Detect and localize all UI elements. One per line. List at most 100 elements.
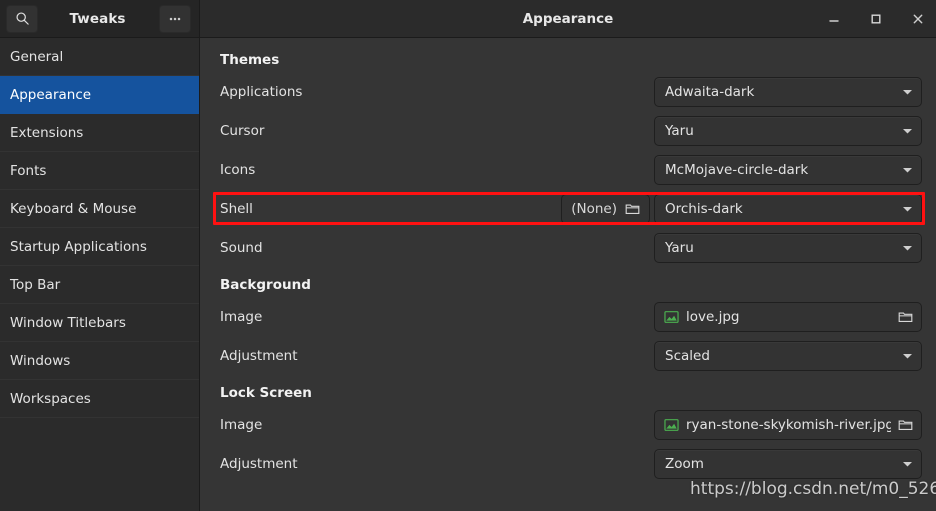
row-label: Image [220, 308, 263, 325]
icons-theme-combo[interactable]: McMojave-circle-dark [654, 154, 922, 185]
row-shell-theme: Shell (None) Orchis-dark [218, 189, 922, 228]
section-title-lock-screen: Lock Screen [220, 385, 312, 401]
sidebar-item-label: Appearance [10, 86, 92, 103]
sidebar-item-label: Workspaces [10, 390, 91, 407]
section-title-background: Background [220, 277, 311, 293]
close-icon [911, 12, 925, 26]
chevron-down-icon [902, 88, 913, 96]
lockscreen-image-value: ryan-stone-skykomish-river.jpg [686, 416, 891, 433]
primary-menu-button[interactable] [159, 4, 191, 33]
titlebar: Tweaks Appearance [0, 0, 936, 38]
close-button[interactable] [906, 7, 930, 31]
sidebar-item-label: Startup Applications [10, 238, 147, 255]
titlebar-left: Tweaks [0, 0, 200, 37]
combo-value: Yaru [665, 122, 694, 139]
chevron-down-icon [902, 460, 913, 468]
row-applications-theme: Applications Adwaita-dark [218, 72, 922, 111]
sidebar-item-startup-applications[interactable]: Startup Applications [0, 228, 199, 266]
shell-theme-combo[interactable]: Orchis-dark [654, 193, 922, 224]
sidebar-item-extensions[interactable]: Extensions [0, 114, 199, 152]
sidebar-item-label: Keyboard & Mouse [10, 200, 137, 217]
chevron-down-icon [902, 352, 913, 360]
lockscreen-adjustment-combo[interactable]: Zoom [654, 448, 922, 479]
row-control: ryan-stone-skykomish-river.jpg [654, 409, 922, 440]
minimize-button[interactable] [822, 7, 846, 31]
row-background-image: Image love.jpg [218, 297, 922, 336]
hamburger-menu-icon [167, 12, 183, 26]
titlebar-right: Appearance [200, 0, 936, 37]
row-icons-theme: Icons McMojave-circle-dark [218, 150, 922, 189]
window-body: General Appearance Extensions Fonts Keyb… [0, 38, 936, 511]
sidebar-item-label: Window Titlebars [10, 314, 126, 331]
chevron-down-icon [902, 205, 913, 213]
combo-value: Adwaita-dark [665, 83, 755, 100]
row-control: Yaru [654, 232, 922, 263]
tweaks-window: Tweaks Appearance General Appearance Ext… [0, 0, 936, 511]
row-control: love.jpg [654, 301, 922, 332]
background-adjustment-combo[interactable]: Scaled [654, 340, 922, 371]
sidebar-item-workspaces[interactable]: Workspaces [0, 380, 199, 418]
sidebar-item-appearance[interactable]: Appearance [0, 76, 199, 114]
minimize-icon [827, 12, 841, 26]
section-title-themes: Themes [220, 52, 280, 68]
sidebar-item-top-bar[interactable]: Top Bar [0, 266, 199, 304]
row-label: Adjustment [220, 455, 298, 472]
combo-value: Zoom [665, 455, 704, 472]
chevron-down-icon [902, 166, 913, 174]
app-title: Tweaks [69, 10, 126, 27]
combo-value: McMojave-circle-dark [665, 161, 809, 178]
image-file-icon [664, 418, 679, 432]
folder-icon [898, 310, 913, 323]
chevron-down-icon [902, 244, 913, 252]
folder-icon [898, 418, 913, 431]
shell-theme-file-button[interactable]: (None) [561, 193, 650, 224]
background-image-value: love.jpg [686, 308, 740, 325]
window-controls [822, 0, 930, 37]
appearance-panel: Themes Applications Adwaita-dark Cursor [200, 38, 936, 511]
sidebar-item-keyboard-mouse[interactable]: Keyboard & Mouse [0, 190, 199, 228]
sidebar-item-windows[interactable]: Windows [0, 342, 199, 380]
applications-theme-combo[interactable]: Adwaita-dark [654, 76, 922, 107]
sidebar-item-general[interactable]: General [0, 38, 199, 76]
row-label: Shell [220, 200, 253, 217]
combo-value: Yaru [665, 239, 694, 256]
sidebar-item-label: General [10, 48, 64, 65]
row-control: McMojave-circle-dark [654, 154, 922, 185]
cursor-theme-combo[interactable]: Yaru [654, 115, 922, 146]
row-label: Applications [220, 83, 303, 100]
row-control: Zoom [654, 448, 922, 479]
row-control: Scaled [654, 340, 922, 371]
image-file-icon [664, 310, 679, 324]
sound-theme-combo[interactable]: Yaru [654, 232, 922, 263]
search-button[interactable] [6, 4, 38, 33]
sidebar-item-label: Extensions [10, 124, 84, 141]
row-label: Cursor [220, 122, 265, 139]
shell-theme-file-value: (None) [571, 200, 617, 217]
row-control: Adwaita-dark [654, 76, 922, 107]
row-label: Adjustment [220, 347, 298, 364]
chevron-down-icon [902, 127, 913, 135]
row-lockscreen-adjustment: Adjustment Zoom [218, 444, 922, 483]
row-cursor-theme: Cursor Yaru [218, 111, 922, 150]
sidebar-item-label: Top Bar [10, 276, 61, 293]
lockscreen-image-file-button[interactable]: ryan-stone-skykomish-river.jpg [654, 409, 922, 440]
row-label: Sound [220, 239, 263, 256]
maximize-button[interactable] [864, 7, 888, 31]
row-control: (None) Orchis-dark [561, 193, 922, 224]
maximize-icon [869, 12, 883, 26]
row-lockscreen-image: Image ryan-stone-skykomish-river.jpg [218, 405, 922, 444]
row-label: Icons [220, 161, 256, 178]
row-label: Image [220, 416, 263, 433]
combo-value: Scaled [665, 347, 710, 364]
combo-value: Orchis-dark [665, 200, 743, 217]
background-image-file-button[interactable]: love.jpg [654, 301, 922, 332]
sidebar: General Appearance Extensions Fonts Keyb… [0, 38, 200, 511]
sidebar-item-label: Fonts [10, 162, 47, 179]
row-background-adjustment: Adjustment Scaled [218, 336, 922, 375]
folder-icon [625, 202, 640, 215]
sidebar-item-label: Windows [10, 352, 71, 369]
row-sound-theme: Sound Yaru [218, 228, 922, 267]
sidebar-item-window-titlebars[interactable]: Window Titlebars [0, 304, 199, 342]
row-control: Yaru [654, 115, 922, 146]
sidebar-item-fonts[interactable]: Fonts [0, 152, 199, 190]
